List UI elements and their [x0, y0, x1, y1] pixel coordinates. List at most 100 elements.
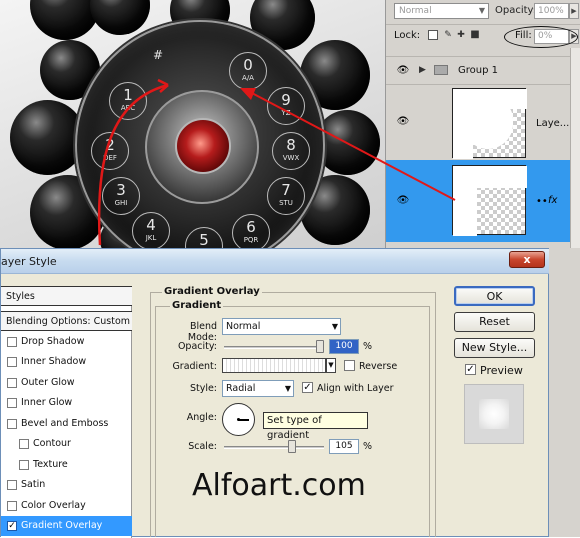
folder-icon: [434, 65, 448, 75]
layers-scrollbar[interactable]: [570, 48, 580, 248]
expand-triangle-icon[interactable]: ▶: [419, 65, 426, 75]
opacity-label: Opacity:: [495, 5, 537, 16]
layers-top-bar: Normal ▼ Opacity: 100% ▶: [386, 0, 580, 22]
dial-digit: 1 ABC: [109, 82, 147, 120]
style-item-inner-shadow[interactable]: Inner Shadow: [1, 352, 132, 372]
opacity-label: Opacity:: [177, 341, 217, 352]
layer-row[interactable]: 👁 Laye...: [386, 84, 570, 160]
gradient-dropdown-button[interactable]: ▼: [326, 358, 336, 373]
checkbox[interactable]: [7, 501, 17, 511]
style-item-gradient-overlay[interactable]: ✓ Gradient Overlay: [1, 516, 132, 536]
checkbox[interactable]: [7, 378, 17, 388]
style-item-outer-glow[interactable]: Outer Glow: [1, 373, 132, 393]
layer-thumbnail: [452, 165, 527, 236]
dial-digit: 0 A/A: [229, 52, 267, 90]
style-label: Style:: [189, 383, 217, 394]
dial-digit: 2 DEF: [91, 132, 129, 170]
dial-inner-ring: [145, 90, 259, 204]
highlight-ellipse: [504, 26, 578, 48]
group-name: Group 1: [458, 65, 498, 76]
dial-digit: 4 JKL: [132, 212, 170, 250]
lock-transparency-icon[interactable]: [428, 30, 438, 40]
selected-layer-row[interactable]: 👁 ••: [386, 160, 570, 242]
lock-image-icon[interactable]: ✎: [443, 30, 453, 40]
checkbox[interactable]: [7, 419, 17, 429]
scale-label: Scale:: [188, 441, 217, 452]
chevron-down-icon: ▼: [284, 384, 291, 393]
gradient-label: Gradient:: [172, 361, 217, 372]
style-item-inner-glow[interactable]: Inner Glow: [1, 393, 132, 413]
close-button[interactable]: x: [509, 251, 545, 268]
style-item-contour[interactable]: Contour: [1, 434, 132, 454]
blend-mode-label: Blend Mode:: [187, 321, 217, 343]
dial-digit: 6 PQR: [232, 214, 270, 250]
percent-sign: %: [363, 441, 373, 452]
dialog-title: ayer Style: [1, 255, 57, 268]
scale-input[interactable]: 105: [329, 439, 359, 454]
reverse-label: Reverse: [359, 361, 398, 372]
blend-mode-select[interactable]: Normal ▼: [394, 3, 489, 19]
lock-bar: Lock: ✎ ✚ ■ Fill: 0% ▶: [386, 24, 580, 48]
tooltip: Set type of gradient: [263, 412, 368, 441]
style-item-satin[interactable]: Satin: [1, 475, 132, 495]
reset-button[interactable]: Reset: [454, 312, 535, 332]
opacity-slider-button[interactable]: ▶: [569, 3, 579, 19]
opacity-slider-thumb[interactable]: [316, 340, 324, 353]
watermark: Alfoart.com: [192, 468, 366, 503]
angle-dial[interactable]: [222, 403, 255, 436]
opacity-field[interactable]: 100%: [534, 3, 569, 19]
chevron-down-icon: ▼: [478, 6, 485, 15]
checkbox[interactable]: [19, 460, 29, 470]
hash-marker: #: [153, 48, 164, 62]
gradient-picker[interactable]: [222, 358, 326, 373]
phone-dial: 1 ABC 2 DEF 3 GHI 4 JKL 5 6 PQR 7 STU 8 VWX 9 YZ…: [75, 20, 325, 250]
layers-panel: Normal ▼ Opacity: 100% ▶ Lock: ✎ ✚ ■ Fill…: [385, 0, 580, 250]
preview-label: Preview: [480, 364, 523, 377]
angle-label: Angle:: [186, 412, 217, 423]
checkbox[interactable]: [7, 337, 17, 347]
align-with-layer-checkbox[interactable]: ✓: [302, 382, 313, 393]
ok-button[interactable]: OK: [454, 286, 535, 306]
lock-label: Lock:: [394, 30, 421, 41]
lock-all-icon[interactable]: ■: [470, 30, 480, 40]
style-item-bevel-emboss[interactable]: Bevel and Emboss: [1, 414, 132, 434]
panel-strip: [548, 250, 580, 537]
new-style-button[interactable]: New Style...: [454, 338, 535, 358]
layer-thumbnail: [452, 88, 527, 159]
align-with-layer-label: Align with Layer: [317, 383, 394, 394]
style-combo[interactable]: Radial ▼: [222, 380, 294, 397]
dial-digit: 7 STU: [267, 177, 305, 215]
checkbox[interactable]: [7, 398, 17, 408]
scale-slider-track[interactable]: [224, 446, 324, 449]
opacity-input[interactable]: 100: [329, 339, 359, 354]
style-item-drop-shadow[interactable]: Drop Shadow: [1, 332, 132, 352]
checkbox-checked[interactable]: ✓: [7, 521, 17, 531]
opacity-slider-track[interactable]: [224, 346, 324, 349]
preview-checkbox[interactable]: ✓: [465, 364, 476, 375]
dial-digit: 9 YZ: [267, 87, 305, 125]
percent-sign: %: [363, 341, 373, 352]
berry: [10, 100, 85, 175]
layer-row-group[interactable]: 👁 ▶ Group 1: [386, 56, 570, 84]
dial-center: [175, 118, 231, 174]
dialog-titlebar: ayer Style x: [1, 249, 549, 274]
styles-list: Styles Blending Options: Custom Drop Sha…: [1, 286, 132, 538]
dial-digit: 8 VWX: [272, 132, 310, 170]
fx-icon[interactable]: fx: [548, 195, 557, 206]
lock-position-icon[interactable]: ✚: [456, 30, 466, 40]
eye-icon[interactable]: 👁: [396, 196, 410, 206]
blending-options-item[interactable]: Blending Options: Custom: [1, 311, 132, 331]
reverse-checkbox[interactable]: [344, 360, 355, 371]
eye-icon[interactable]: 👁: [396, 117, 410, 127]
style-item-color-overlay[interactable]: Color Overlay: [1, 496, 132, 516]
blend-mode-combo[interactable]: Normal ▼: [222, 318, 341, 335]
checkbox[interactable]: [7, 357, 17, 367]
scale-slider-thumb[interactable]: [288, 440, 297, 453]
checkbox[interactable]: [7, 480, 17, 490]
eye-icon[interactable]: 👁: [396, 66, 410, 76]
chain-icon: ••: [536, 196, 548, 207]
styles-header[interactable]: Styles: [1, 286, 132, 306]
style-item-texture[interactable]: Texture: [1, 455, 132, 475]
checkbox[interactable]: [19, 439, 29, 449]
layer-name: Laye...: [536, 118, 570, 129]
